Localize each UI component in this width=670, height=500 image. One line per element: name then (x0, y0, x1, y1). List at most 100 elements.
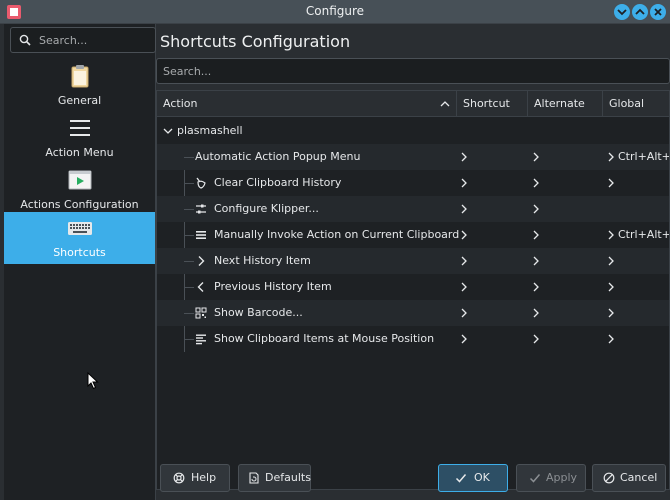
action-label: Next History Item (214, 254, 311, 267)
alternate-expand-chevron-icon[interactable] (531, 333, 541, 345)
alternate-expand-chevron-icon[interactable] (531, 281, 541, 293)
shortcut-expand-chevron-icon[interactable] (459, 333, 469, 345)
global-expand-chevron-icon[interactable] (606, 177, 616, 189)
main-panel: Shortcuts Configuration Action Shortcut … (156, 24, 670, 500)
tree-connector (184, 339, 194, 340)
shortcuts-search-input[interactable] (163, 63, 643, 79)
sidebar: General Action Menu Actions Configuratio… (4, 24, 156, 500)
column-header-action[interactable]: Action (157, 91, 457, 117)
sidebar-search-input[interactable] (39, 32, 149, 48)
table-row[interactable]: Automatic Action Popup Menu Ctrl+Alt+ (157, 144, 670, 170)
maximize-icon (635, 8, 645, 15)
shortcut-expand-chevron-icon[interactable] (459, 281, 469, 293)
alternate-expand-chevron-icon[interactable] (531, 151, 541, 163)
minimize-icon (617, 9, 627, 16)
column-header-global[interactable]: Global (603, 91, 669, 117)
window-title: Configure (305, 4, 365, 18)
shortcut-expand-chevron-icon[interactable] (459, 307, 469, 319)
alternate-expand-chevron-icon[interactable] (531, 203, 541, 215)
table-row[interactable]: Clear Clipboard History (157, 170, 669, 196)
alternate-expand-chevron-icon[interactable] (531, 229, 541, 241)
sidebar-item-general[interactable]: General (4, 60, 155, 112)
global-expand-chevron-icon[interactable] (606, 281, 616, 293)
action-label: Manually Invoke Action on Current Clipbo… (214, 228, 460, 241)
help-button[interactable]: Help (160, 464, 230, 492)
table-row[interactable]: Configure Klipper... (157, 196, 669, 222)
table-row[interactable]: Manually Invoke Action on Current Clipbo… (157, 222, 670, 248)
mouse-cursor-icon (87, 372, 99, 390)
menu-icon (70, 120, 90, 136)
global-shortcut-value: Ctrl+Alt+ (618, 228, 670, 241)
tree-connector (184, 157, 194, 158)
alternate-expand-chevron-icon[interactable] (531, 177, 541, 189)
sidebar-item-label: Shortcuts (53, 246, 106, 259)
dialog-button-bar: Help Defaults OK Apply Cancel (156, 462, 670, 494)
alternate-expand-chevron-icon[interactable] (531, 307, 541, 319)
clipboard-icon (71, 65, 89, 88)
page-title: Shortcuts Configuration (160, 32, 351, 51)
alternate-expand-chevron-icon[interactable] (531, 255, 541, 267)
tree-group-row[interactable]: plasmashell (157, 118, 669, 144)
global-expand-chevron-icon[interactable] (606, 255, 616, 267)
sidebar-search[interactable] (10, 27, 156, 53)
global-expand-chevron-icon[interactable] (606, 307, 616, 319)
checkmark-icon (529, 474, 541, 483)
document-revert-icon (249, 472, 259, 484)
action-label: Show Clipboard Items at Mouse Position (214, 332, 435, 345)
close-button[interactable] (650, 4, 666, 20)
sidebar-item-shortcuts[interactable]: Shortcuts (4, 212, 155, 264)
cancel-button-label: Cancel (620, 471, 658, 484)
global-expand-chevron-icon[interactable] (606, 151, 616, 163)
sidebar-item-label: Actions Configuration (20, 198, 139, 211)
shortcut-expand-chevron-icon[interactable] (459, 177, 469, 189)
sidebar-item-label: General (57, 94, 102, 107)
chevron-down-icon (163, 128, 173, 134)
list-icon (196, 334, 206, 345)
ok-button-label: OK (474, 471, 490, 484)
action-label: Previous History Item (214, 280, 332, 293)
sidebar-item-action-menu[interactable]: Action Menu (4, 112, 155, 164)
shortcut-expand-chevron-icon[interactable] (459, 203, 469, 215)
tree-connector (184, 287, 194, 288)
play-icon (68, 170, 92, 190)
chevron-right-icon (198, 256, 205, 266)
tree-connector (184, 235, 194, 236)
global-expand-chevron-icon[interactable] (606, 229, 616, 241)
tree-connector (184, 313, 194, 314)
shortcut-expand-chevron-icon[interactable] (459, 255, 469, 267)
defaults-button[interactable]: Defaults (238, 464, 311, 492)
shortcuts-tree: Action Shortcut Alternate Global plasmas… (156, 90, 670, 490)
tree-connector (184, 209, 194, 210)
column-header-alternate[interactable]: Alternate (528, 91, 603, 117)
group-label: plasmashell (177, 124, 243, 137)
global-expand-chevron-icon[interactable] (606, 333, 616, 345)
apply-button[interactable]: Apply (516, 464, 586, 492)
checkmark-icon (455, 474, 467, 483)
minimize-button[interactable] (614, 4, 630, 20)
global-shortcut-value: Ctrl+Alt+ (618, 150, 670, 163)
shortcut-expand-chevron-icon[interactable] (459, 151, 469, 163)
shortcuts-search[interactable] (156, 58, 670, 84)
sidebar-item-actions-configuration[interactable]: Actions Configuration (4, 164, 155, 216)
tree-connector (184, 261, 194, 262)
search-icon (19, 34, 31, 46)
table-row[interactable]: Previous History Item (157, 274, 669, 300)
column-header-shortcut[interactable]: Shortcut (457, 91, 528, 117)
sliders-icon (196, 204, 206, 214)
ok-button[interactable]: OK (438, 464, 508, 492)
apply-button-label: Apply (546, 471, 578, 484)
lifebuoy-icon (173, 472, 185, 484)
table-row[interactable]: Show Clipboard Items at Mouse Position (157, 326, 669, 352)
help-button-label: Help (191, 471, 217, 484)
qrcode-icon (195, 307, 207, 319)
table-row[interactable]: Show Barcode... (157, 300, 669, 326)
action-label: Configure Klipper... (214, 202, 319, 215)
title-bar: Configure (0, 0, 670, 24)
action-label: Clear Clipboard History (214, 176, 342, 189)
tree-connector (184, 183, 194, 184)
maximize-button[interactable] (632, 4, 648, 20)
chevron-left-icon (197, 282, 204, 292)
shortcut-expand-chevron-icon[interactable] (459, 229, 469, 241)
cancel-button[interactable]: Cancel (592, 464, 666, 492)
table-row[interactable]: Next History Item (157, 248, 669, 274)
